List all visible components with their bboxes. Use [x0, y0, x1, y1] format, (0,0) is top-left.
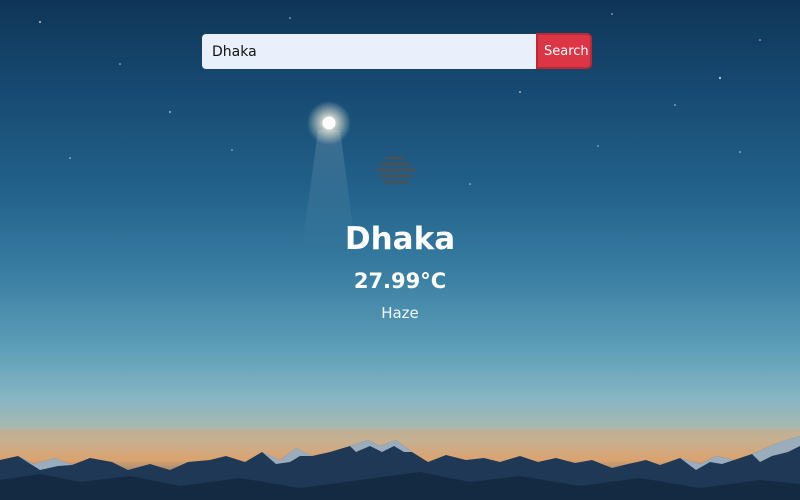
- weather-condition: Haze: [381, 304, 419, 322]
- search-button[interactable]: Search: [536, 33, 592, 69]
- city-name: Dhaka: [344, 221, 456, 257]
- search-input[interactable]: [202, 34, 536, 69]
- temperature: 27.99°C: [353, 269, 447, 293]
- weather-app: Search Dhaka 27.99°C Haze: [0, 0, 800, 500]
- moon: [322, 116, 336, 130]
- search-form: Search: [202, 33, 592, 70]
- haze-icon: [375, 156, 417, 184]
